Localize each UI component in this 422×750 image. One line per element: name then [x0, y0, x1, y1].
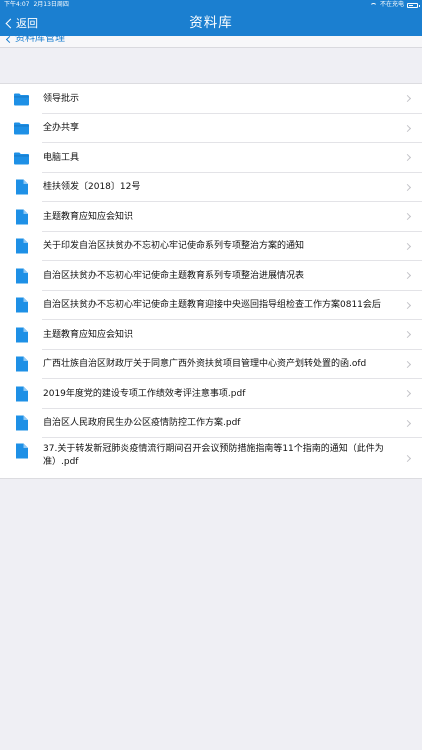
chevron-right-icon [403, 360, 412, 368]
item-label: 主题教育应知应会知识 [43, 211, 134, 222]
item-label: 广西壮族自治区财政厅关于同意广西外资扶贫项目管理中心资产划转处置的函.ofd [43, 359, 367, 370]
file-row[interactable]: 2019年度党的建设专项工作绩效考评注意事项.pdf [0, 379, 422, 409]
chevron-right-icon [403, 242, 412, 250]
item-label: 自治区扶贫办不忘初心牢记使命主题教育系列专项整治进展情况表 [43, 270, 305, 281]
file-icon [13, 238, 30, 254]
file-row[interactable]: 37.关于转发新冠肺炎疫情流行期间召开会议预防措施指南等11个指南的通知（此件为… [0, 438, 422, 478]
item-label: 电脑工具 [43, 152, 80, 163]
folder-icon [13, 120, 30, 136]
nav-bar: 返回 资料库 [0, 10, 422, 36]
folder-icon [13, 91, 30, 107]
folder-row[interactable]: 全办共享 [0, 114, 422, 144]
chevron-right-icon [403, 331, 412, 339]
item-label: 关于印发自治区扶贫办不忘初心牢记使命系列专项整治方案的通知 [43, 241, 305, 252]
item-label: 桂扶领发〔2018〕12号 [43, 182, 141, 193]
item-label: 全办共享 [43, 123, 80, 134]
chevron-right-icon [403, 95, 412, 103]
status-bar: 下午4:07 2月13日周四 不在充电 [0, 0, 422, 10]
folder-row[interactable]: 领导批示 [0, 84, 422, 114]
status-left: 下午4:07 2月13日周四 [4, 0, 73, 10]
file-icon [13, 268, 30, 284]
status-date: 2月13日周四 [33, 1, 69, 8]
breadcrumb-bar: 资料库管理 [0, 36, 422, 48]
file-icon [13, 327, 30, 343]
file-row[interactable]: 桂扶领发〔2018〕12号 [0, 173, 422, 203]
breadcrumb-label: 资料库管理 [15, 36, 65, 44]
folder-row[interactable]: 电脑工具 [0, 143, 422, 173]
page-title: 资料库 [189, 15, 233, 31]
item-label: 自治区人民政府民生办公区疫情防控工作方案.pdf [43, 418, 241, 429]
chevron-right-icon [403, 272, 412, 280]
file-icon [13, 179, 30, 195]
chevron-right-icon [403, 154, 412, 162]
file-row[interactable]: 关于印发自治区扶贫办不忘初心牢记使命系列专项整治方案的通知 [0, 232, 422, 262]
chevron-right-icon [403, 213, 412, 221]
chevron-left-icon [5, 36, 14, 43]
battery-icon [407, 2, 420, 8]
file-row[interactable]: 广西壮族自治区财政厅关于同意广西外资扶贫项目管理中心资产划转处置的函.ofd [0, 350, 422, 380]
chevron-right-icon [403, 454, 412, 462]
item-label: 领导批示 [43, 93, 80, 104]
charge-status: 不在充电 [379, 1, 404, 8]
file-icon [13, 386, 30, 402]
file-icon [13, 415, 30, 431]
item-label: 37.关于转发新冠肺炎疫情流行期间召开会议预防措施指南等11个指南的通知（此件为… [43, 444, 384, 467]
file-row[interactable]: 自治区人民政府民生办公区疫情防控工作方案.pdf [0, 409, 422, 439]
file-icon [13, 356, 30, 372]
item-label: 主题教育应知应会知识 [43, 329, 134, 340]
status-right: 不在充电 [369, 0, 420, 10]
file-row[interactable]: 自治区扶贫办不忘初心牢记使命主题教育迎接中央巡回指导组检查工作方案0811会后 [0, 291, 422, 321]
file-icon [13, 297, 30, 313]
file-row[interactable]: 主题教育应知应会知识 [0, 320, 422, 350]
chevron-right-icon [403, 124, 412, 132]
file-row[interactable]: 主题教育应知应会知识 [0, 202, 422, 232]
file-icon [13, 209, 30, 225]
chevron-right-icon [403, 419, 412, 427]
file-icon [13, 443, 30, 459]
chevron-right-icon [403, 301, 412, 309]
wifi-icon [369, 2, 377, 8]
folder-icon [13, 150, 30, 166]
chevron-right-icon [403, 390, 412, 398]
item-label: 自治区扶贫办不忘初心牢记使命主题教育迎接中央巡回指导组检查工作方案0811会后 [43, 300, 381, 311]
breadcrumb[interactable]: 资料库管理 [4, 36, 65, 46]
file-list: 领导批示 全办共享 电脑工具 桂扶领发〔2018〕12号 主题教育应知应会知识 关于印发自… [0, 83, 422, 479]
item-label: 2019年度党的建设专项工作绩效考评注意事项.pdf [43, 388, 246, 399]
chevron-right-icon [403, 183, 412, 191]
file-row[interactable]: 自治区扶贫办不忘初心牢记使命主题教育系列专项整治进展情况表 [0, 261, 422, 291]
status-time: 下午4:07 [4, 1, 30, 8]
